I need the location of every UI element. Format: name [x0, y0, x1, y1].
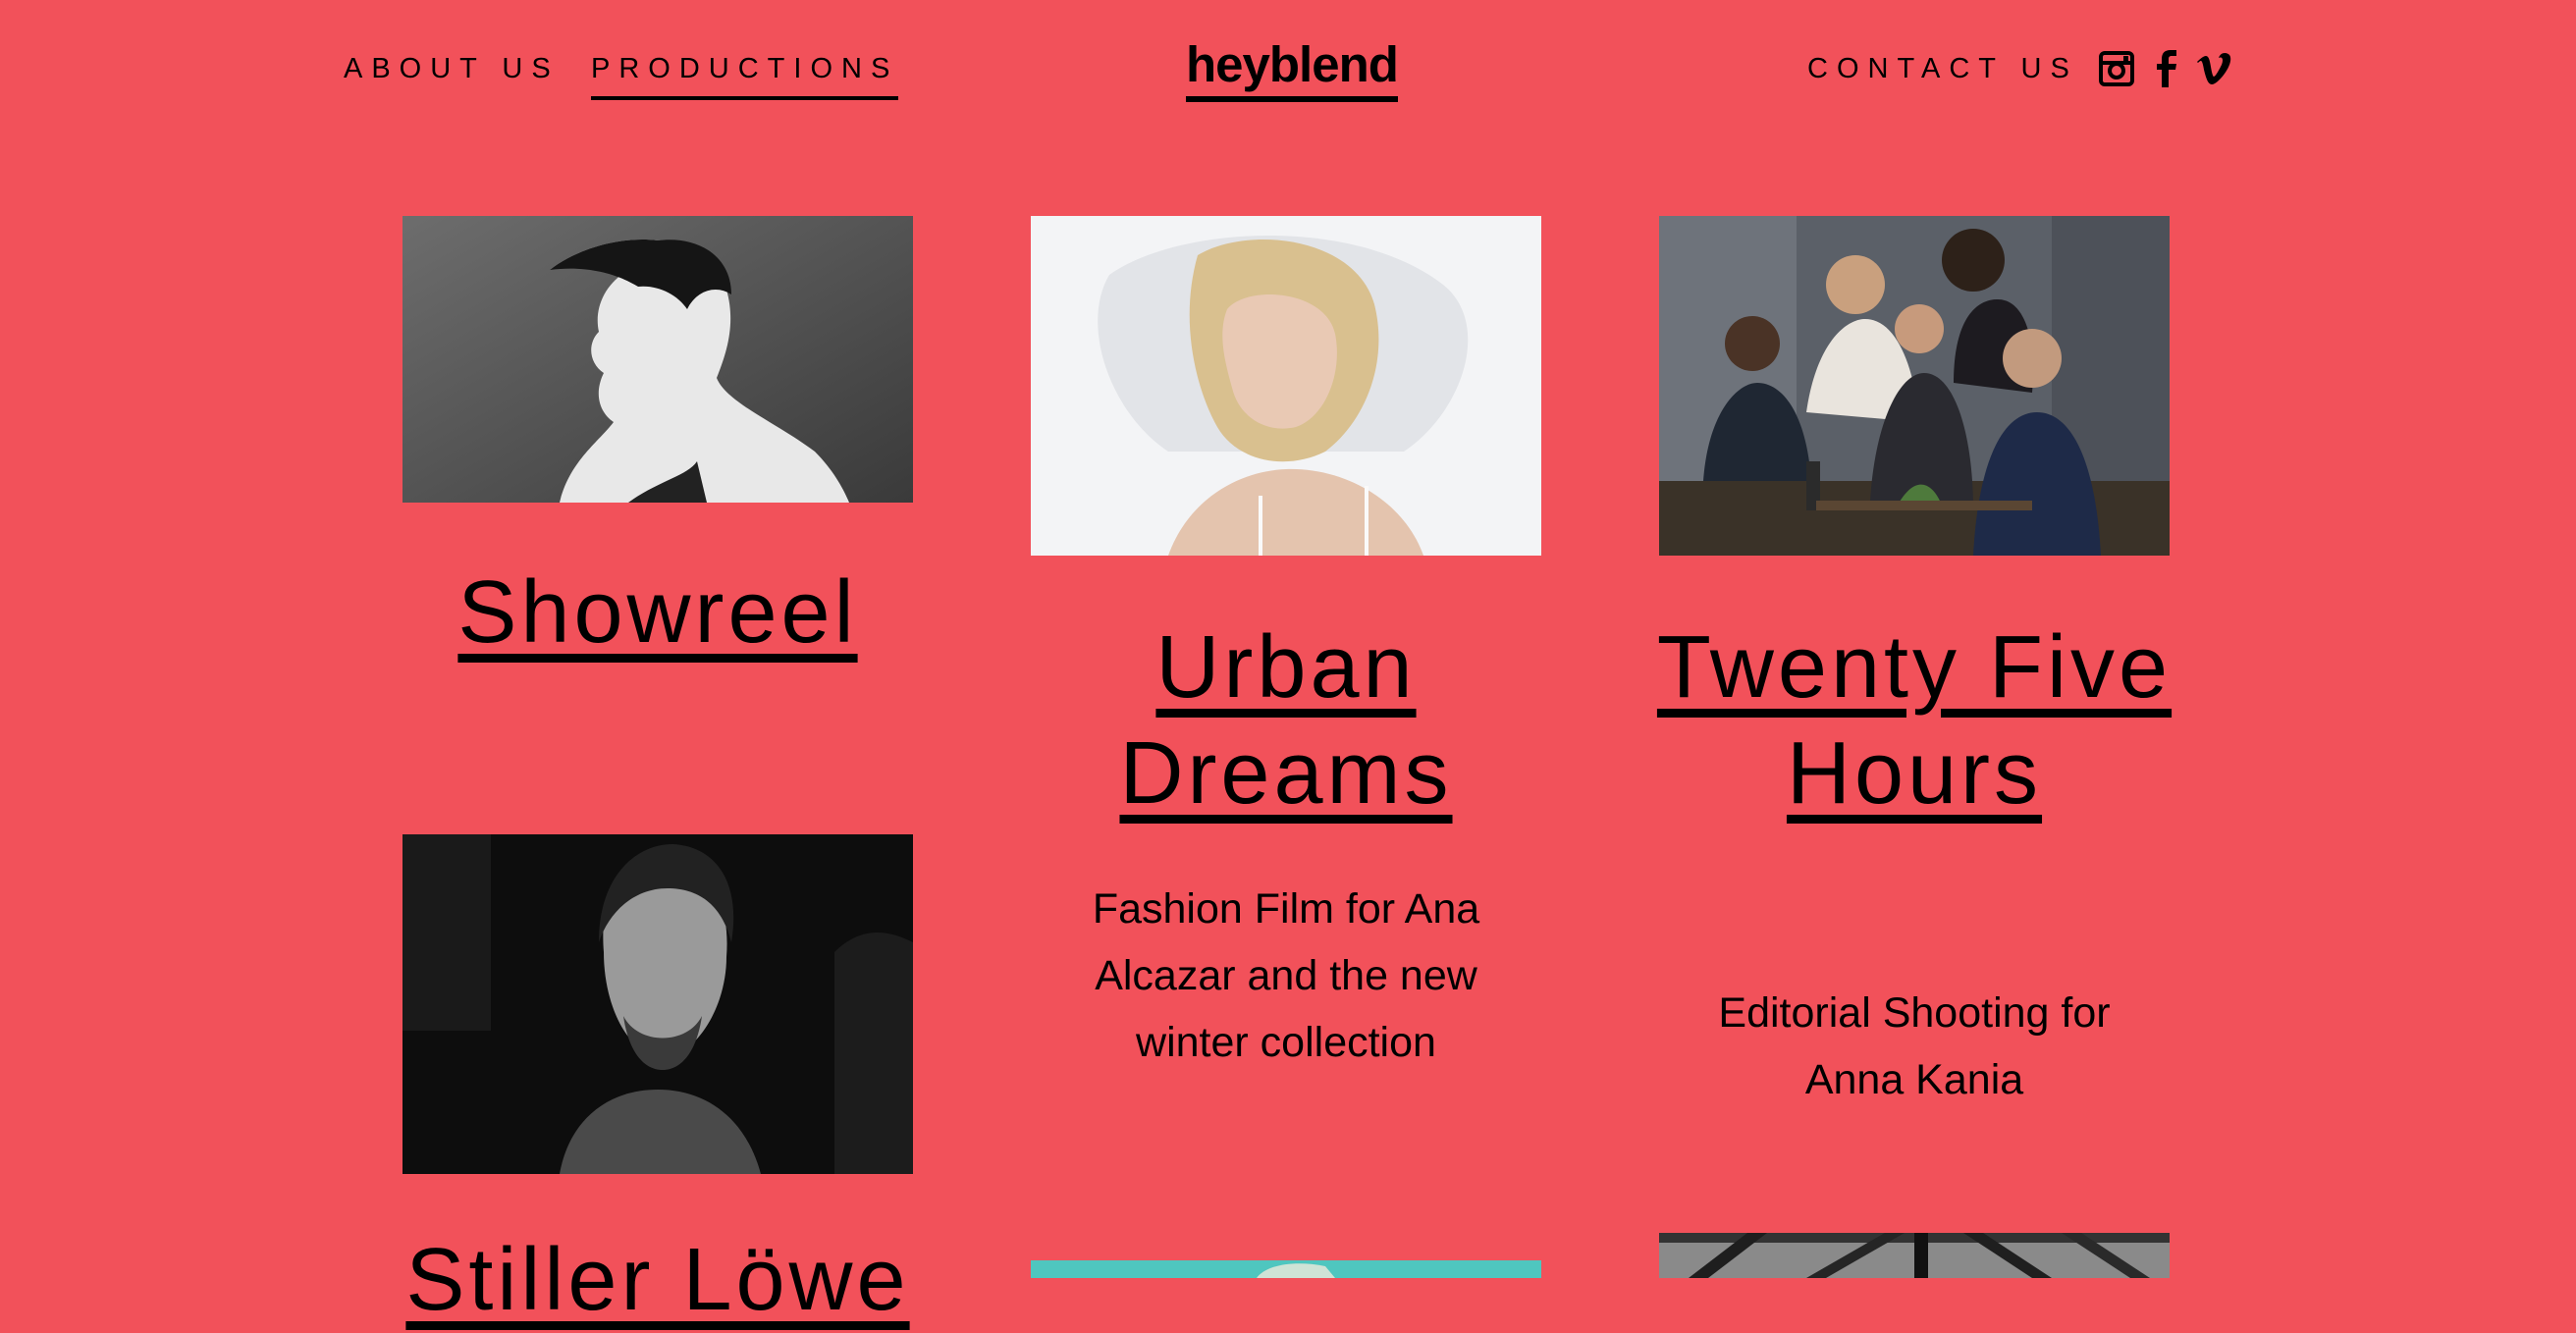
- showreel-thumbnail[interactable]: [402, 216, 913, 503]
- production-thumbnail[interactable]: [1659, 1233, 2170, 1278]
- nav-about-us[interactable]: ABOUT US: [344, 51, 560, 86]
- facebook-icon[interactable]: [2156, 49, 2177, 88]
- stiller-loewe-thumbnail[interactable]: [402, 834, 913, 1174]
- production-description: Editorial Shooting for Anna Kania: [1718, 989, 2111, 1103]
- production-title[interactable]: Twenty Five Hours: [1610, 614, 2219, 826]
- production-thumbnail[interactable]: [1031, 1260, 1541, 1278]
- production-title[interactable]: Urban Dreams: [982, 614, 1590, 826]
- production-title[interactable]: Stiller Löwe: [353, 1227, 962, 1333]
- nav-contact-us[interactable]: CONTACT US: [1807, 51, 2078, 86]
- production-description: Fashion Film for Ana Alcazar and the new…: [1092, 885, 1480, 1066]
- production-title[interactable]: Showreel: [353, 560, 962, 666]
- urban-dreams-thumbnail[interactable]: [1031, 216, 1541, 556]
- nav-productions[interactable]: PRODUCTIONS: [591, 51, 899, 100]
- logo[interactable]: heyblend: [1186, 37, 1399, 102]
- vimeo-icon[interactable]: [2196, 49, 2231, 88]
- instagram-icon[interactable]: [2099, 49, 2134, 88]
- twenty-five-hours-thumbnail[interactable]: [1659, 216, 2170, 556]
